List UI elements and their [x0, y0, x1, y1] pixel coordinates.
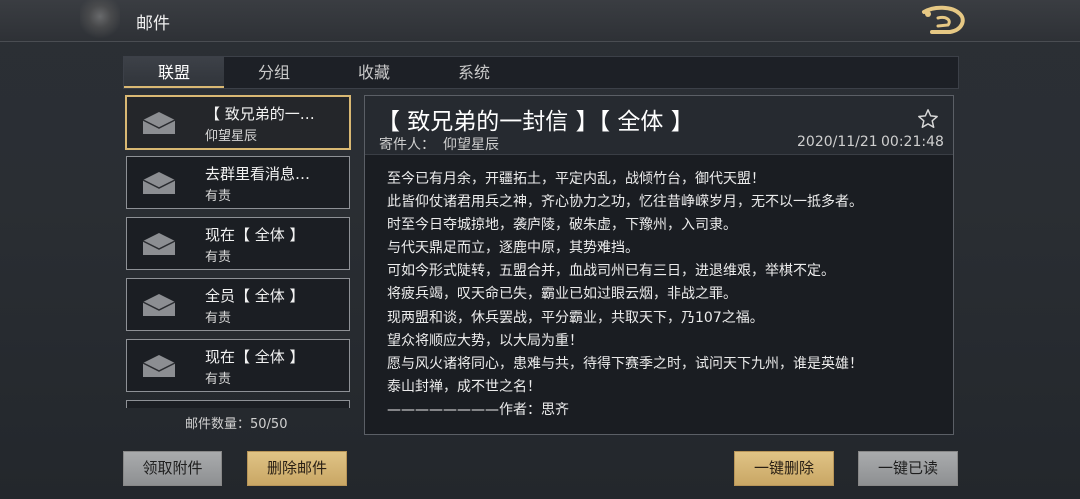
mail-detail-title: 【 致兄弟的一封信 】【 全体 】 — [377, 109, 694, 135]
mail-body-line: 此皆仰仗诸君用兵之神，齐心协力之功，忆往昔峥嵘岁月，无不以一抵多者。 — [387, 194, 863, 211]
mail-list-item[interactable]: 现在【 全体 】 有责 — [126, 339, 350, 392]
mail-list-item[interactable]: 【 致兄弟的一… 仰望星辰 — [125, 95, 351, 150]
mail-date: 2020/11/21 — [797, 134, 878, 150]
mail-body-line: ————————作者：思齐 — [387, 401, 569, 418]
mail-body-line: 现两盟和谈，休兵罢战，平分霸业，共取天下，乃107之福。 — [387, 309, 764, 326]
mail-subject: 现在【 全体 】 — [205, 226, 305, 244]
envelope-icon — [142, 233, 176, 255]
envelope-icon — [142, 294, 176, 316]
mail-list-item[interactable]: 去群里看消息… 有责 — [126, 156, 350, 209]
mail-body-line: 望众将顺应大势，以大局为重！ — [387, 332, 583, 349]
mail-body-line: 至今已有月余，开疆拓土，平定内乱，战倾竹台，御代天盟！ — [387, 171, 765, 187]
mail-list[interactable]: 【 致兄弟的一… 仰望星辰 去群里看消息… 有责 现在【 全体 】 有责 全员【… — [124, 93, 354, 408]
mail-detail-panel: 【 致兄弟的一封信 】【 全体 】 寄件人： 仰望星辰 2020/11/21 0… — [364, 95, 954, 435]
claim-attachments-button[interactable]: 领取附件 — [123, 451, 222, 486]
mail-list-item-partial[interactable] — [126, 400, 350, 408]
mail-body-line: 时至今日夺城掠地，袭庐陵，破朱虚，下豫州，入司隶。 — [387, 217, 737, 234]
page-title: 邮件 — [136, 14, 170, 34]
favorite-star-icon[interactable] — [917, 108, 939, 130]
mail-time: 00:21:48 — [881, 134, 944, 150]
mail-sender: 有责 — [205, 372, 232, 387]
mail-body-line: 与代天鼎足而立，逐鹿中原，其势难挡。 — [387, 240, 639, 257]
dragon-back-icon — [922, 5, 965, 34]
mail-sender: 有责 — [205, 311, 232, 326]
tab-system[interactable]: 系统 — [424, 57, 524, 88]
mail-sender: 仰望星辰 — [205, 129, 258, 144]
mail-subject: 全员【 全体 】 — [205, 287, 305, 305]
sender-name: 仰望星辰 — [443, 137, 499, 153]
mail-body-line: 泰山封禅，成不世之名！ — [387, 378, 541, 395]
mail-body: 至今已有月余，开疆拓土，平定内乱，战倾竹台，御代天盟！ 此皆仰仗诸君用兵之神，齐… — [387, 168, 947, 422]
mark-all-read-button[interactable]: 一键已读 — [858, 451, 958, 486]
envelope-icon — [142, 355, 176, 377]
sender-label: 寄件人： — [379, 137, 435, 153]
mail-count: 邮件数量：50/50 — [185, 417, 288, 432]
mail-subject: 去群里看消息… — [205, 165, 311, 183]
mail-list-item[interactable]: 现在【 全体 】 有责 — [126, 217, 350, 270]
delete-mail-button[interactable]: 删除邮件 — [247, 451, 347, 486]
mail-sender: 有责 — [205, 189, 232, 204]
envelope-icon — [142, 172, 176, 194]
mail-list-item[interactable]: 全员【 全体 】 有责 — [126, 278, 350, 331]
mail-sender: 有责 — [205, 250, 232, 265]
back-button[interactable] — [918, 4, 970, 38]
mail-detail-header: 【 致兄弟的一封信 】【 全体 】 寄件人： 仰望星辰 2020/11/21 0… — [365, 96, 953, 155]
top-bar: 邮件 — [0, 0, 1080, 42]
mail-body-line: 将疲兵竭，叹天命已失，霸业已如过眼云烟，非战之罪。 — [387, 286, 737, 303]
tab-alliance[interactable]: 联盟 — [124, 57, 224, 88]
tab-group[interactable]: 分组 — [224, 57, 324, 88]
header-decoration — [80, 0, 120, 41]
mail-body-line: 愿与风火诸将同心，患难与共，待得下赛季之时，试问天下九州，谁是英雄！ — [387, 355, 863, 372]
mail-tabs: 联盟 分组 收藏 系统 — [123, 56, 959, 89]
envelope-icon — [142, 112, 176, 134]
mail-subject: 【 致兄弟的一… — [205, 105, 315, 123]
delete-all-button[interactable]: 一键删除 — [734, 451, 834, 486]
mail-body-line: 可如今形式陡转，五盟合并，血战司州已有三日，进退维艰，举棋不定。 — [387, 263, 835, 280]
tab-favorites[interactable]: 收藏 — [324, 57, 424, 88]
mail-subject: 现在【 全体 】 — [205, 348, 305, 366]
